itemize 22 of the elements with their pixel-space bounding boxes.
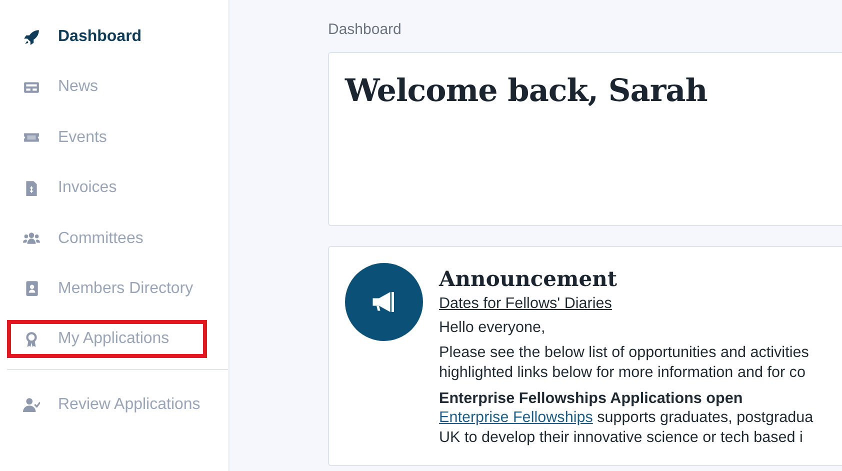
greeting-text: Hello everyone,: [439, 319, 546, 337]
announcement-text: Please see the below list of opportunities and activities highlighted links below for more information and for co: [439, 343, 810, 383]
announcement-title: Announcement: [439, 266, 618, 291]
nav-item[interactable]: News: [7, 68, 207, 106]
breadcrumb: Dashboard: [328, 21, 402, 38]
nav-item[interactable]: Committees: [7, 220, 207, 258]
invoice-icon: [23, 180, 40, 197]
section-text: Enterprise Fellowships supports graduates, postgradua UK to develop their innovative science or tech based i: [439, 408, 814, 448]
section-link[interactable]: Enterprise Fellowships: [439, 408, 593, 426]
nav-item[interactable]: Review Applications: [7, 386, 207, 424]
section-title: Enterprise Fellowships Applications open: [439, 388, 744, 408]
highlighted-nav-item[interactable]: My Applications: [7, 320, 207, 358]
contact-icon: [23, 280, 40, 298]
user-check-icon: [23, 396, 40, 414]
nav-item[interactable]: Events: [7, 118, 207, 157]
nav-item[interactable]: Invoices: [7, 169, 207, 208]
award-icon: [23, 330, 40, 348]
nav-item[interactable]: Members Directory: [7, 270, 207, 308]
announcement-link[interactable]: Dates for Fellows' Diaries: [439, 295, 814, 313]
welcome-title: Welcome back, Sarah: [345, 73, 708, 109]
nav-item[interactable]: Dashboard: [7, 18, 207, 56]
rocket-icon: [23, 28, 40, 46]
